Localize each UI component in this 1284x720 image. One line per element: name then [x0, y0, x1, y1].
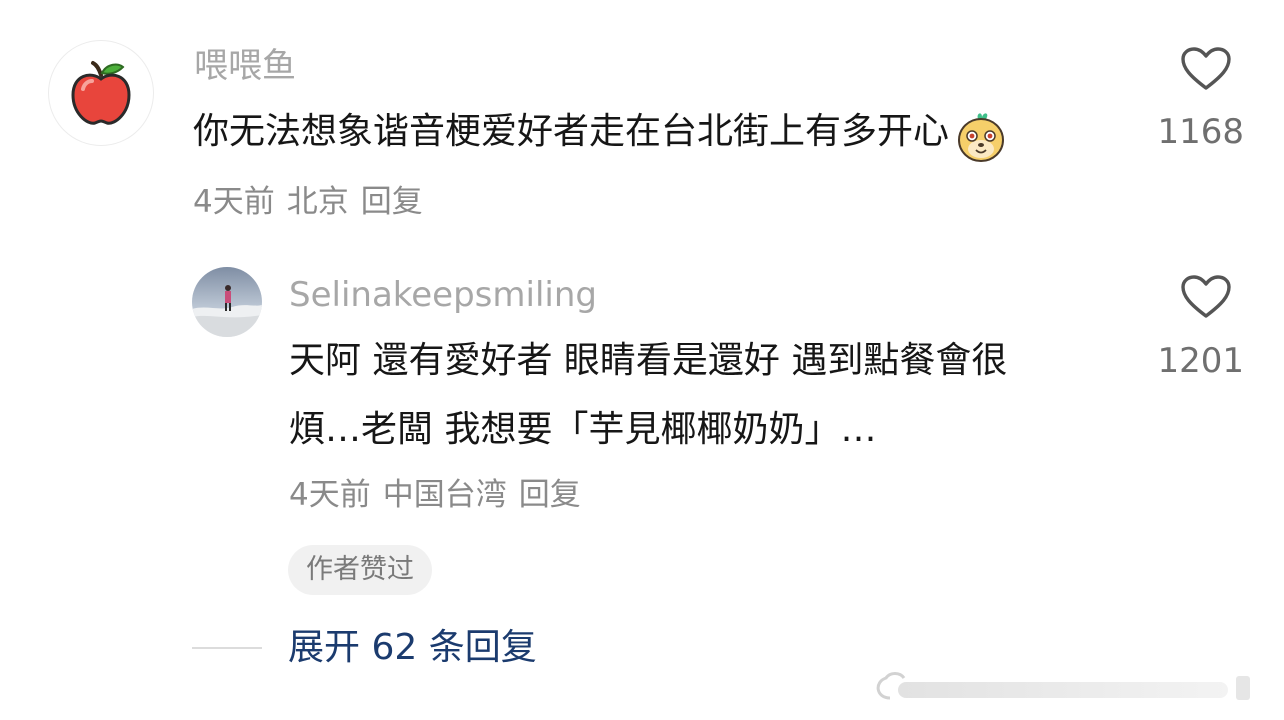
- reply-meta: 4天前 中国台湾 回复: [289, 475, 593, 515]
- avatar[interactable]: [48, 40, 154, 146]
- avatar-photo-image: [192, 267, 262, 337]
- reply-location: 中国台湾: [382, 477, 507, 513]
- comment-like-button[interactable]: [1180, 46, 1232, 96]
- apple-icon: [71, 61, 131, 125]
- comment-like-count: 1168: [1157, 112, 1244, 152]
- reply-time: 4天前: [289, 477, 371, 513]
- reply-like-count: 1201: [1157, 341, 1244, 381]
- happy-dog-emoji-icon: [956, 111, 1006, 167]
- comment-username[interactable]: 喂喂鱼: [194, 46, 296, 86]
- comment-reply-button[interactable]: 回复: [361, 184, 423, 220]
- heart-icon: [1181, 47, 1231, 90]
- comment-body: 你无法想象谐音梗爱好者走在台北街上有多开心: [193, 100, 1006, 167]
- reply-reply-button[interactable]: 回复: [519, 477, 581, 513]
- heart-icon: [1181, 275, 1231, 318]
- expand-replies-button[interactable]: 展开 62 条回复: [288, 626, 537, 670]
- reply-username[interactable]: Selinakeepsmiling: [289, 275, 597, 315]
- comment-time: 4天前: [193, 184, 275, 220]
- reply-like-button[interactable]: [1180, 274, 1232, 324]
- comment-text: 你无法想象谐音梗爱好者走在台北街上有多开心: [193, 111, 950, 152]
- comment-location: 北京: [286, 184, 349, 220]
- reply-text-line2: 煩…老闆 我想要「芋見椰椰奶奶」…: [289, 409, 877, 450]
- comment-meta: 4天前 北京 回复: [193, 182, 435, 222]
- watermark-logo-icon: [876, 672, 1250, 700]
- reply-text-line1: 天阿 還有愛好者 眼睛看是還好 遇到點餐會很: [289, 340, 1008, 381]
- reply-avatar[interactable]: [192, 267, 262, 337]
- divider: [192, 647, 262, 649]
- author-liked-badge: 作者赞过: [288, 545, 432, 595]
